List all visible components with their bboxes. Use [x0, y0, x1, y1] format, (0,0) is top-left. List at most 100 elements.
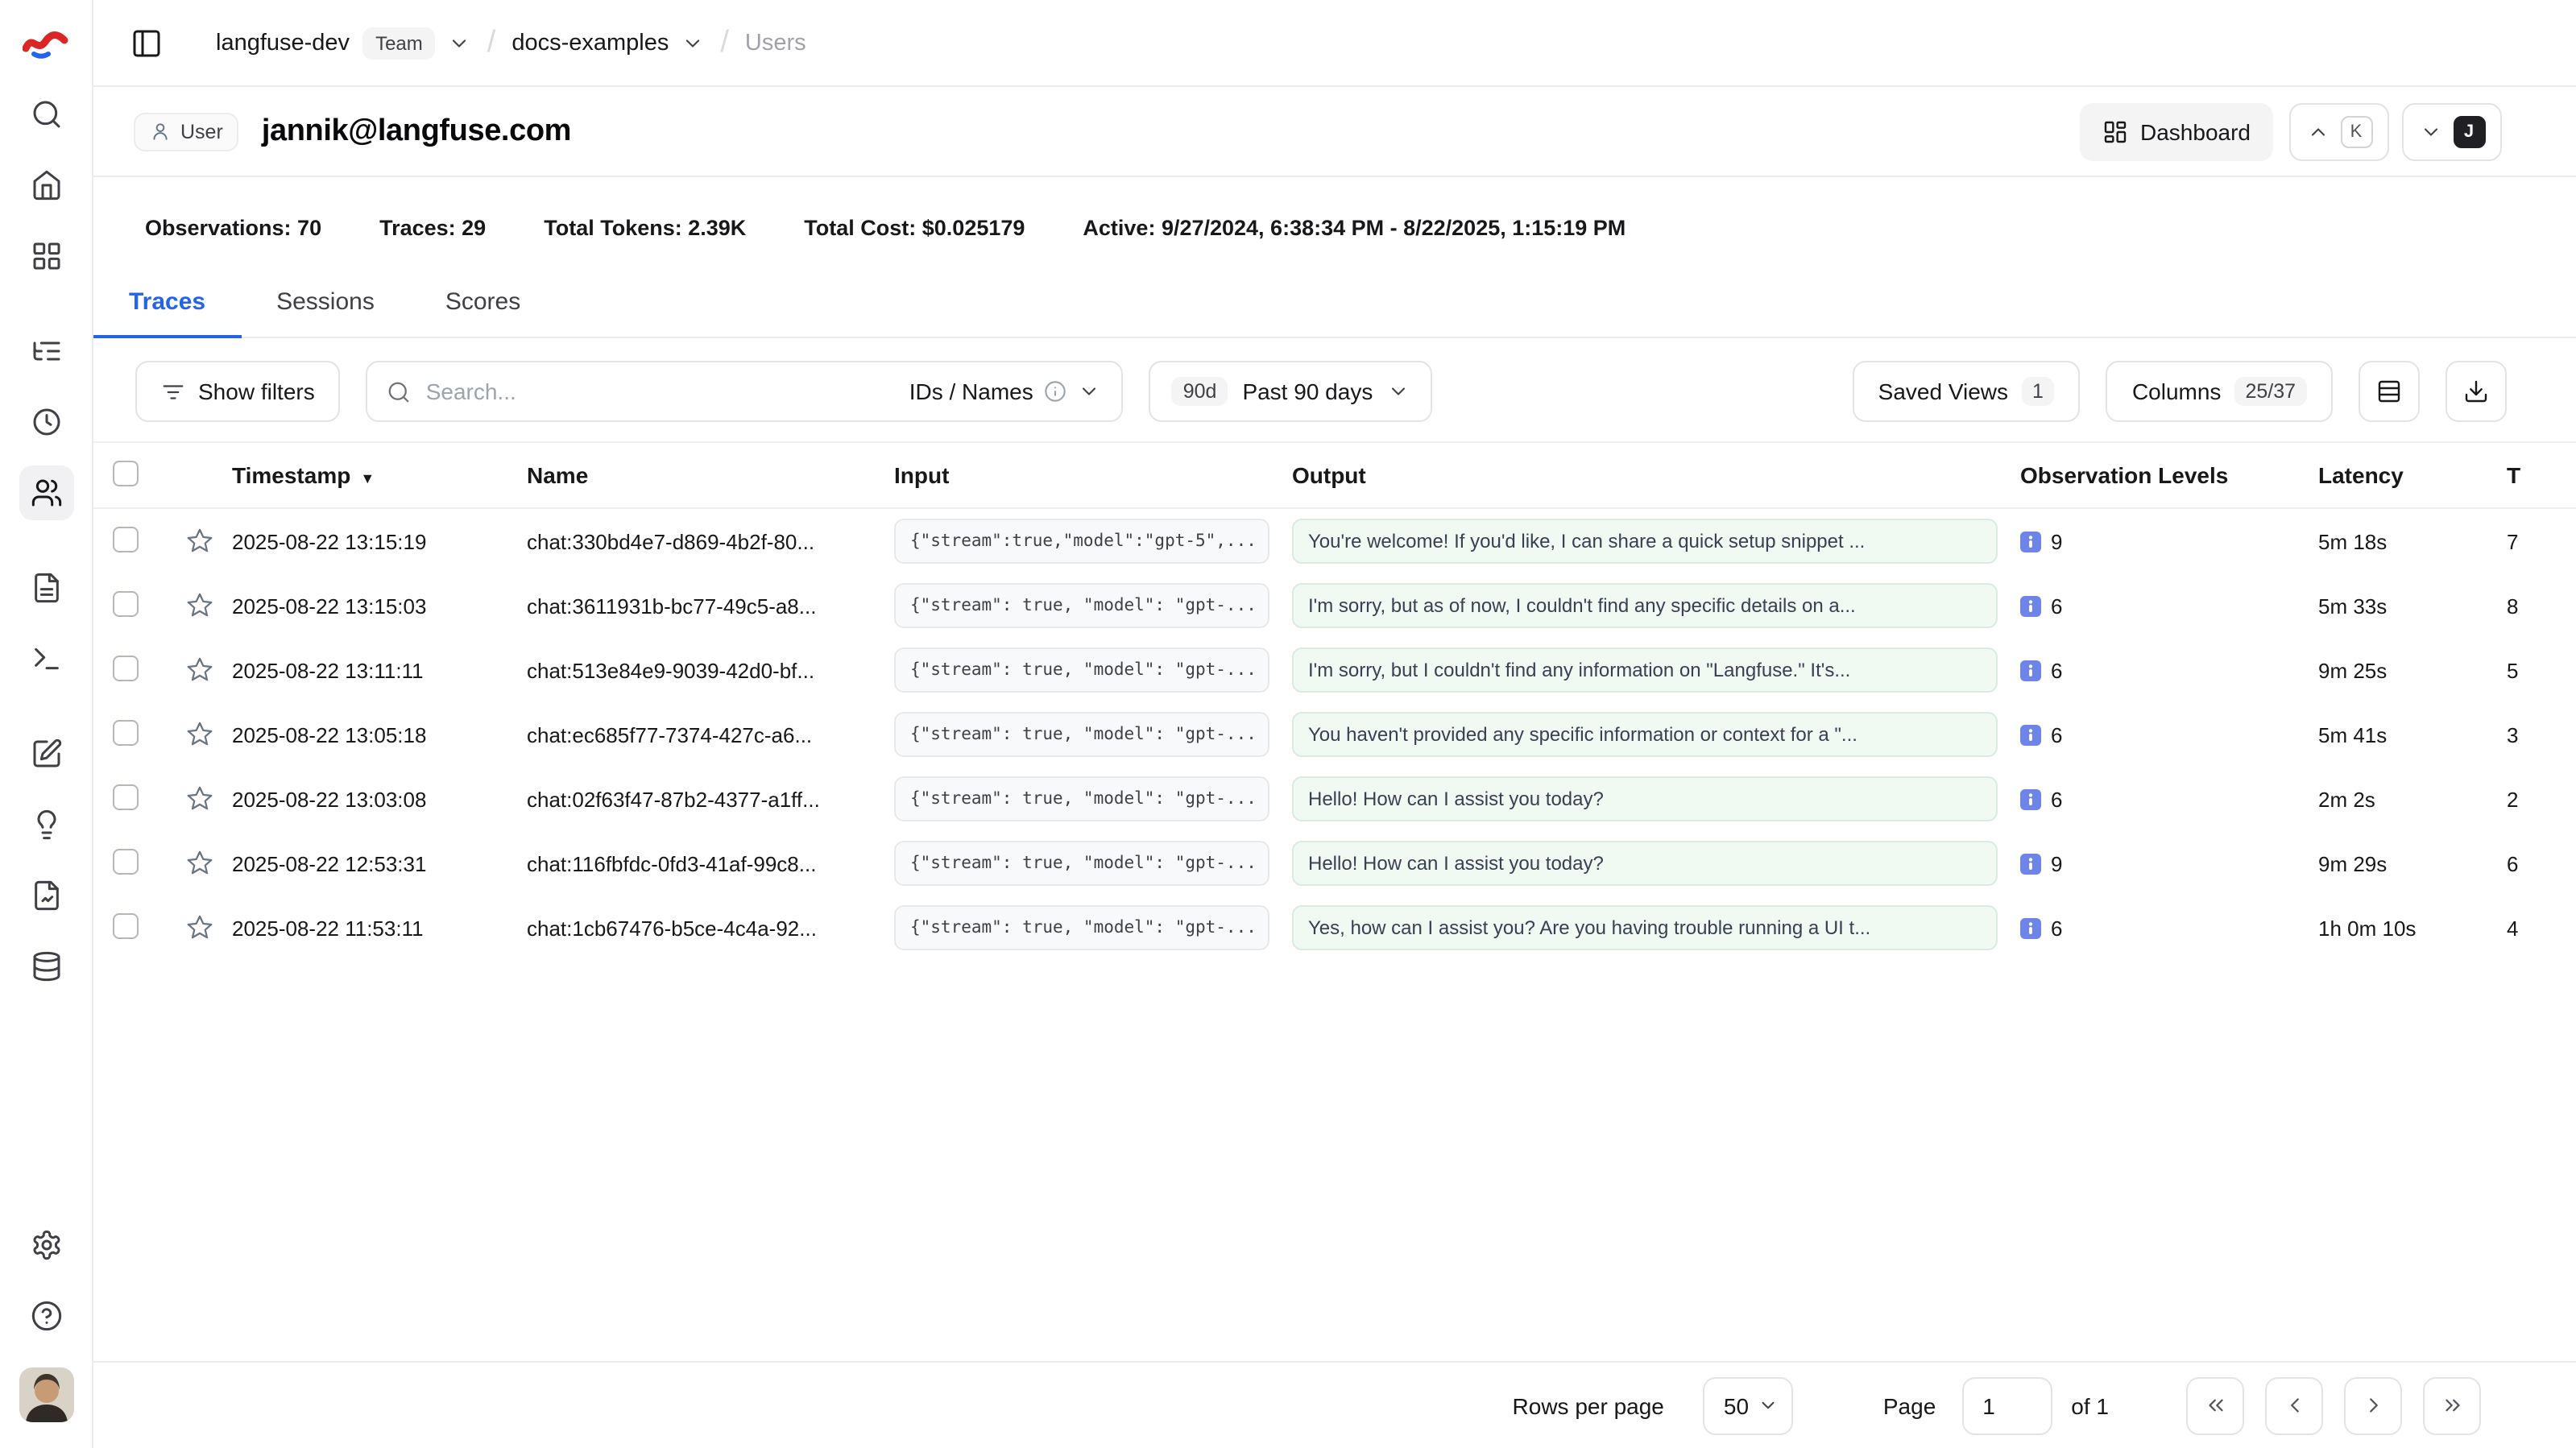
row-input-preview[interactable]: {"stream": true, "model": "gpt-... — [894, 776, 1269, 821]
export-button[interactable] — [2446, 361, 2507, 422]
row-truncated-value: 7 — [2507, 529, 2576, 553]
sidebar-item-experiments[interactable] — [19, 868, 73, 923]
row-output-preview[interactable]: I'm sorry, but I couldn't find any infor… — [1292, 647, 1998, 693]
table-body: 2025-08-22 13:15:19 chat:330bd4e7-d869-4… — [93, 509, 2576, 960]
date-range-select[interactable]: 90d Past 90 days — [1149, 361, 1433, 422]
first-page-button[interactable] — [2186, 1376, 2244, 1434]
row-input-preview[interactable]: {"stream":true,"model":"gpt-5",... — [894, 519, 1269, 564]
select-all-checkbox[interactable] — [113, 460, 139, 486]
chevron-down-icon[interactable] — [681, 31, 704, 54]
home-icon — [30, 169, 62, 201]
last-page-button[interactable] — [2423, 1376, 2481, 1434]
row-input-preview[interactable]: {"stream": true, "model": "gpt-... — [894, 583, 1269, 628]
column-header-timestamp[interactable]: Timestamp▼ — [232, 462, 527, 488]
langfuse-logo[interactable] — [22, 0, 70, 87]
bookmark-star[interactable] — [168, 784, 232, 813]
user-avatar[interactable] — [19, 1367, 73, 1422]
tab-traces[interactable]: Traces — [93, 272, 241, 337]
table-row[interactable]: 2025-08-22 13:15:03 chat:3611931b-bc77-4… — [93, 573, 2576, 638]
sidebar-toggle-button[interactable] — [119, 15, 174, 70]
chevron-down-icon[interactable] — [449, 31, 471, 54]
sidebar-item-users[interactable] — [19, 465, 73, 520]
sidebar-item-dashboards[interactable] — [19, 229, 73, 283]
table-row[interactable]: 2025-08-22 13:05:18 chat:ec685f77-7374-4… — [93, 702, 2576, 767]
row-input-preview[interactable]: {"stream": true, "model": "gpt-... — [894, 905, 1269, 950]
sidebar — [0, 0, 93, 1448]
tab-scores[interactable]: Scores — [410, 272, 556, 337]
bookmark-star[interactable] — [168, 591, 232, 620]
previous-user-button[interactable]: K — [2289, 102, 2389, 160]
row-input-preview[interactable]: {"stream": true, "model": "gpt-... — [894, 841, 1269, 886]
bookmark-star[interactable] — [168, 527, 232, 556]
sidebar-item-prompts[interactable] — [19, 561, 73, 615]
row-checkbox[interactable] — [113, 848, 139, 874]
row-output-preview[interactable]: You're welcome! If you'd like, I can sha… — [1292, 519, 1998, 564]
search-input[interactable] — [426, 379, 888, 404]
row-latency: 9m 25s — [2318, 658, 2507, 682]
row-truncated-value: 5 — [2507, 658, 2576, 682]
row-checkbox[interactable] — [113, 590, 139, 616]
next-page-button[interactable] — [2344, 1376, 2402, 1434]
row-output-preview[interactable]: Yes, how can I assist you? Are you havin… — [1292, 905, 1998, 950]
table-row[interactable]: 2025-08-22 13:15:19 chat:330bd4e7-d869-4… — [93, 509, 2576, 573]
columns-button[interactable]: Columns 25/37 — [2106, 361, 2333, 422]
row-input-preview[interactable]: {"stream": true, "model": "gpt-... — [894, 647, 1269, 693]
sidebar-item-home[interactable] — [19, 158, 73, 213]
row-output-preview[interactable]: Hello! How can I assist you today? — [1292, 776, 1998, 821]
saved-views-button[interactable]: Saved Views 1 — [1853, 361, 2081, 422]
table-row[interactable]: 2025-08-22 11:53:11 chat:1cb67476-b5ce-4… — [93, 896, 2576, 960]
row-latency: 5m 41s — [2318, 722, 2507, 747]
gear-icon — [30, 1229, 62, 1261]
breadcrumb-separator: / — [720, 25, 729, 60]
row-height-button[interactable] — [2359, 361, 2420, 422]
sidebar-item-evaluations[interactable] — [19, 726, 73, 781]
page-number-input[interactable] — [1961, 1376, 2052, 1434]
panel-left-icon — [130, 27, 163, 59]
sidebar-item-settings[interactable] — [19, 1218, 73, 1272]
next-user-button[interactable]: J — [2402, 102, 2502, 160]
sidebar-item-datasets[interactable] — [19, 939, 73, 994]
main-area: langfuse-dev Team / docs-examples / User… — [93, 0, 2576, 1448]
lightbulb-icon — [30, 809, 62, 841]
sidebar-item-playground[interactable] — [19, 631, 73, 686]
row-name: chat:1cb67476-b5ce-4c4a-92... — [527, 916, 894, 940]
sidebar-item-annotations[interactable] — [19, 797, 73, 852]
breadcrumb-current[interactable]: Users — [745, 30, 806, 56]
sidebar-item-tracing[interactable] — [19, 324, 73, 379]
dashboard-button[interactable]: Dashboard — [2079, 102, 2273, 160]
star-icon — [185, 591, 214, 620]
bookmark-star[interactable] — [168, 720, 232, 749]
table-row[interactable]: 2025-08-22 12:53:31 chat:116fbfdc-0fd3-4… — [93, 831, 2576, 896]
shortcut-j-kbd: J — [2453, 115, 2485, 147]
show-filters-button[interactable]: Show filters — [135, 361, 341, 422]
row-output-preview[interactable]: I'm sorry, but as of now, I couldn't fin… — [1292, 583, 1998, 628]
page-title: jannik@langfuse.com — [262, 114, 571, 149]
table-row[interactable]: 2025-08-22 13:03:08 chat:02f63f47-87b2-4… — [93, 767, 2576, 831]
info-icon[interactable] — [1045, 380, 1067, 403]
row-input-preview[interactable]: {"stream": true, "model": "gpt-... — [894, 712, 1269, 757]
sessions-icon — [30, 406, 62, 438]
chevron-down-icon — [2419, 120, 2441, 143]
table-row[interactable]: 2025-08-22 13:11:11 chat:513e84e9-9039-4… — [93, 638, 2576, 702]
sidebar-item-search[interactable] — [19, 87, 73, 142]
bookmark-star[interactable] — [168, 913, 232, 942]
row-checkbox[interactable] — [113, 784, 139, 809]
sidebar-item-help[interactable] — [19, 1289, 73, 1343]
breadcrumb-project[interactable]: docs-examples — [511, 30, 704, 56]
row-checkbox[interactable] — [113, 526, 139, 552]
row-checkbox[interactable] — [113, 719, 139, 745]
row-checkbox[interactable] — [113, 655, 139, 681]
row-checkbox[interactable] — [113, 912, 139, 938]
layout-dashboard-icon — [2102, 118, 2127, 144]
breadcrumb-org[interactable]: langfuse-dev Team — [216, 27, 471, 59]
bookmark-star[interactable] — [168, 849, 232, 878]
row-output-preview[interactable]: Hello! How can I assist you today? — [1292, 841, 1998, 886]
search-scope-select[interactable]: IDs / Names — [888, 379, 1122, 404]
sidebar-item-sessions[interactable] — [19, 395, 73, 449]
row-name: chat:513e84e9-9039-42d0-bf... — [527, 658, 894, 682]
previous-page-button[interactable] — [2265, 1376, 2323, 1434]
bookmark-star[interactable] — [168, 656, 232, 685]
row-output-preview[interactable]: You haven't provided any specific inform… — [1292, 712, 1998, 757]
tab-sessions[interactable]: Sessions — [241, 272, 410, 337]
rows-per-page-select[interactable]: 50 — [1703, 1376, 1793, 1434]
